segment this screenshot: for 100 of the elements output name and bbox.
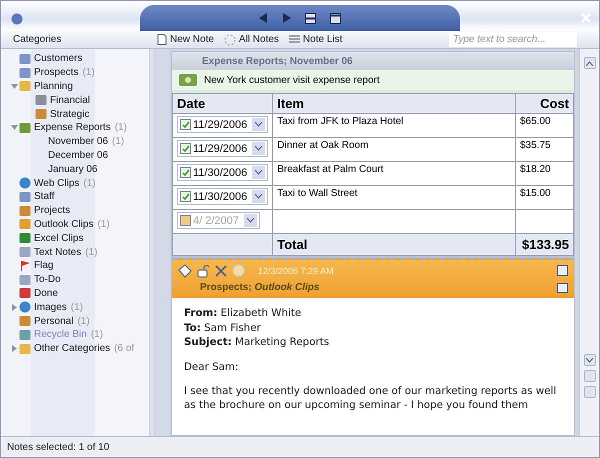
date-picker[interactable]: 11/29/2006	[177, 116, 268, 133]
globe-icon	[19, 301, 31, 314]
back-icon[interactable]	[259, 13, 268, 23]
table-cell: Taxi to Wall Street	[272, 186, 516, 210]
checkmark-icon	[182, 120, 190, 128]
category-item[interactable]: Financial	[1, 93, 149, 108]
category-item[interactable]: To-Do	[1, 272, 149, 287]
email-field: Subject: Marketing Reports	[184, 335, 562, 350]
category-icon	[19, 204, 31, 217]
category-icon	[19, 232, 31, 244]
table-cell: $35.75	[516, 138, 574, 162]
dropdown-icon[interactable]	[255, 170, 262, 175]
flag-icon	[19, 260, 31, 272]
category-item[interactable]: Staff	[1, 190, 149, 204]
collapse-arrow-icon[interactable]	[10, 124, 18, 132]
tag-icon[interactable]	[178, 264, 192, 278]
category-item[interactable]: Expense Reports (1)	[1, 120, 149, 135]
checkmark-icon	[182, 168, 190, 176]
email-field: From: Elizabeth White	[184, 306, 562, 320]
table-cell: Taxi from JFK to Plaza Hotel	[272, 114, 516, 138]
table-cell: $65.00	[516, 114, 574, 138]
category-icon	[35, 108, 47, 120]
category-icon	[19, 52, 31, 65]
all-notes-icon	[224, 34, 236, 46]
table-cell: Dinner at Oak Room	[272, 138, 516, 162]
money-icon	[178, 73, 198, 87]
toolbar-button[interactable]: Note List	[288, 34, 342, 45]
maximize-icon[interactable]	[557, 265, 568, 276]
category-icon	[19, 328, 31, 341]
column-header: Date	[172, 94, 273, 114]
category-item[interactable]: Web Clips (1)	[1, 176, 149, 190]
expand-arrow-icon[interactable]	[10, 304, 18, 311]
new-note-icon	[157, 34, 167, 45]
category-item[interactable]: Outlook Clips (1)	[1, 218, 149, 232]
dropdown-icon[interactable]	[255, 194, 262, 199]
total-label: Total	[272, 234, 516, 256]
category-icon	[19, 80, 31, 92]
note-categories: Prospects; Outlook Clips	[200, 282, 320, 293]
category-item[interactable]: Planning	[1, 80, 149, 94]
category-item[interactable]: Done	[1, 286, 149, 300]
dropdown-icon[interactable]	[255, 122, 262, 127]
date-picker[interactable]: 11/29/2006	[177, 140, 268, 157]
window-icon[interactable]	[330, 12, 341, 24]
scroll-down-button[interactable]	[584, 354, 596, 366]
search-field[interactable]: Type text to search...	[449, 32, 577, 47]
category-icon	[19, 315, 31, 328]
category-item[interactable]: Text Notes (1)	[1, 245, 149, 259]
split-view-icon[interactable]	[305, 12, 316, 24]
total-value: $133.95	[516, 234, 574, 256]
category-icon	[19, 246, 31, 258]
category-item[interactable]: Other Categories (6 of	[1, 342, 149, 356]
category-item[interactable]: Images (1)	[1, 300, 149, 314]
category-icon	[19, 274, 31, 286]
category-item[interactable]: Personal (1)	[1, 314, 149, 328]
app-icon[interactable]	[11, 13, 23, 25]
toolbar-button[interactable]: All Notes	[224, 34, 279, 46]
checkmark-icon	[182, 192, 190, 200]
date-picker[interactable]: 11/30/2006	[177, 188, 268, 205]
expand-arrow-icon[interactable]	[10, 345, 18, 352]
dropdown-icon[interactable]	[246, 218, 254, 223]
column-header: Item	[272, 94, 516, 114]
category-item[interactable]: Customers	[1, 52, 149, 66]
category-icon	[35, 94, 47, 106]
table-cell: $18.20	[516, 162, 574, 186]
category-icon	[19, 218, 31, 230]
globe-icon	[19, 177, 31, 190]
category-item[interactable]: Strategic	[1, 107, 149, 121]
category-item[interactable]: Projects	[1, 204, 149, 218]
note-header: Expense Reports; November 06	[202, 56, 353, 66]
timestamp: 12/3/2006 7:29 AM	[258, 266, 334, 276]
toolbar-button[interactable]: New Note	[157, 34, 214, 45]
category-item[interactable]: Flag	[1, 258, 149, 273]
category-item[interactable]: December 06	[1, 148, 149, 162]
categories-label: Categories	[12, 34, 62, 45]
category-icon	[19, 66, 31, 79]
window-icon[interactable]	[557, 282, 568, 292]
unlock-icon[interactable]	[197, 264, 210, 278]
category-icon	[19, 287, 31, 300]
collapse-arrow-icon[interactable]	[10, 82, 18, 90]
note-title: New York customer visit expense report	[204, 74, 380, 86]
category-item[interactable]: Excel Clips	[1, 231, 149, 246]
column-header: Cost	[516, 94, 574, 114]
email-paragraph: Dear Sam:	[184, 360, 240, 374]
list-icon	[288, 34, 300, 44]
table-cell: Breakfast at Palm Court	[272, 162, 516, 186]
delete-icon[interactable]	[215, 264, 227, 276]
category-item[interactable]: Prospects (1)	[1, 66, 149, 80]
email-field: To: Sam Fisher	[184, 320, 562, 335]
dropdown-icon[interactable]	[255, 146, 262, 151]
checkmark-icon	[182, 144, 190, 152]
category-icon	[19, 190, 31, 203]
status-bar: Notes selected: 1 of 10	[1, 436, 599, 457]
category-item[interactable]: January 06	[1, 162, 149, 176]
forward-icon[interactable]	[282, 13, 291, 23]
date-picker[interactable]: 11/30/2006	[177, 164, 268, 181]
table-cell: $15.00	[516, 186, 574, 210]
category-item[interactable]: November 06 (1)	[1, 134, 149, 149]
scroll-up-button[interactable]	[584, 57, 596, 69]
category-icon	[19, 342, 31, 355]
email-paragraph: I see that you recently downloaded one of our marketing reports as well as the brochure on our upcoming seminar - I hope you found them	[184, 384, 558, 412]
